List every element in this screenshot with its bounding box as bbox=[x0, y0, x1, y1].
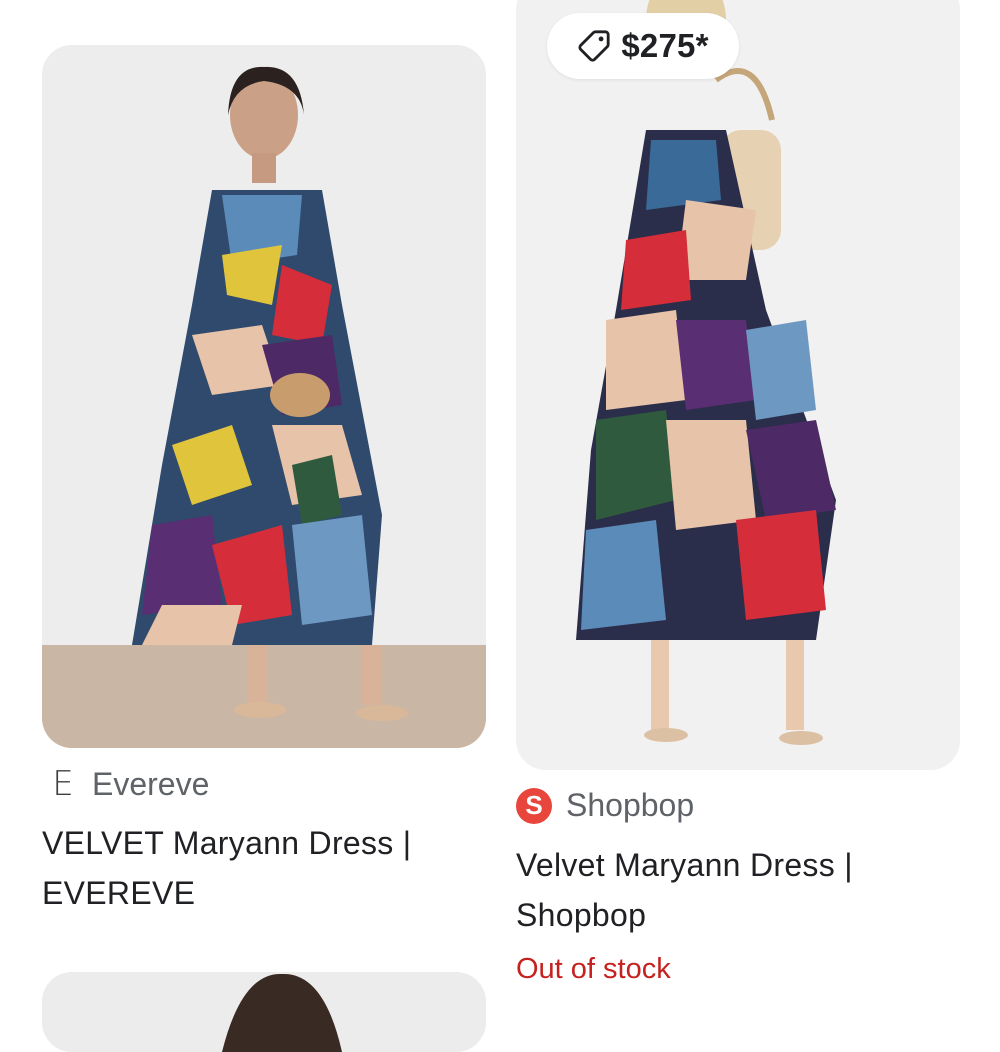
source-shopbop[interactable]: S Shopbop bbox=[516, 787, 694, 824]
price-label: $275* bbox=[621, 27, 709, 64]
evereve-favicon-icon: E bbox=[52, 764, 74, 804]
tag-icon bbox=[578, 30, 610, 62]
product-title-evereve[interactable]: VELVET Maryann Dress | EVEREVE bbox=[42, 818, 492, 918]
product-image-shopbop[interactable] bbox=[516, 0, 960, 770]
shopbop-favicon-icon: S bbox=[516, 787, 552, 824]
price-chip: $275* bbox=[547, 13, 739, 79]
product-title-shopbop[interactable]: Velvet Maryann Dress | Shopbop bbox=[516, 840, 966, 940]
product-image-evereve[interactable] bbox=[42, 45, 486, 748]
source-name: Shopbop bbox=[566, 787, 695, 823]
product-image-next[interactable] bbox=[42, 972, 486, 1052]
stock-status: Out of stock bbox=[516, 953, 671, 985]
source-name: Evereve bbox=[92, 765, 210, 802]
source-evereve[interactable]: E Evereve bbox=[48, 764, 209, 804]
